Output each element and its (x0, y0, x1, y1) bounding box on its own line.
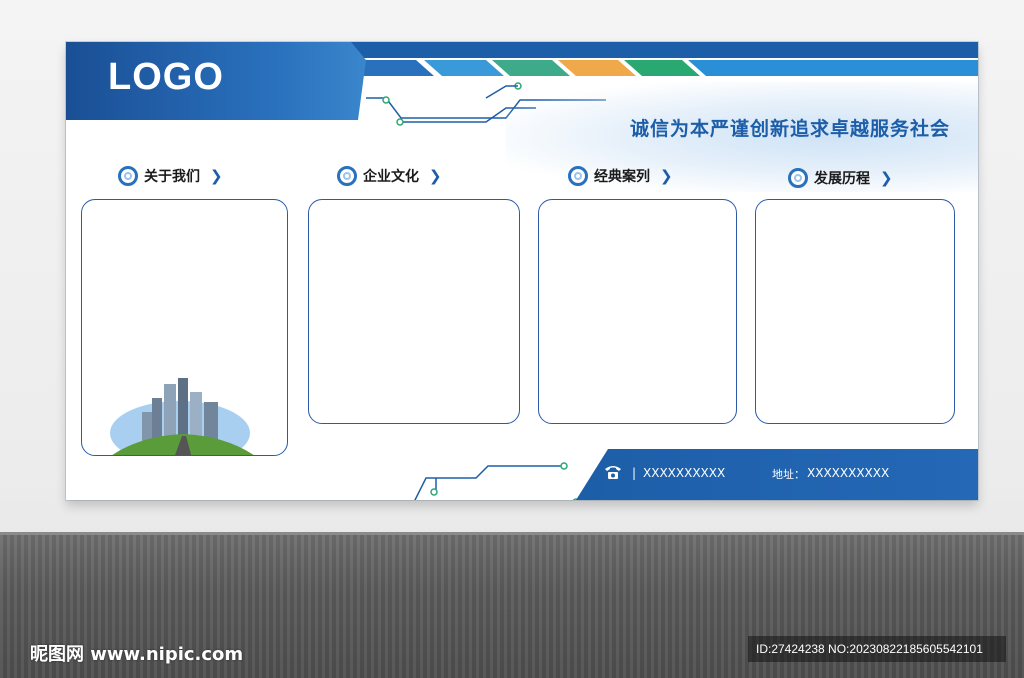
watermark-site: 昵图网 www.nipic.com (30, 644, 244, 665)
section-title-culture: 企业文化 ❯ (337, 166, 442, 186)
watermark-id: ID:27424238 NO:20230822185605542101 (748, 636, 1006, 662)
footer-separator: | (632, 466, 637, 480)
section-label: 发展历程 (814, 171, 870, 187)
panel-about (81, 199, 288, 456)
footer-phone: XXXXXXXXXX (643, 466, 726, 480)
display-board: LOGO 诚信为本严谨创新追求卓越服务社会 关于我们 ❯ 企业文化 ❯ 经典案列… (66, 42, 978, 500)
footer-address: XXXXXXXXXX (807, 466, 890, 480)
chevron-right-icon: ❯ (210, 167, 223, 185)
section-label: 企业文化 (363, 169, 419, 185)
chevron-right-icon: ❯ (660, 167, 673, 185)
logo: LOGO (108, 56, 224, 98)
section-title-about: 关于我们 ❯ (118, 166, 223, 186)
panel-culture (308, 199, 520, 424)
phone-icon (605, 466, 621, 479)
section-title-cases: 经典案列 ❯ (568, 166, 673, 186)
section-title-history: 发展历程 ❯ (788, 168, 893, 188)
panel-cases (538, 199, 737, 424)
ring-bullet-icon (568, 166, 588, 186)
panel-history (755, 199, 955, 424)
section-label: 关于我们 (144, 169, 200, 185)
slogan: 诚信为本严谨创新追求卓越服务社会 (629, 118, 950, 140)
ring-bullet-icon (118, 166, 138, 186)
ring-bullet-icon (788, 168, 808, 188)
section-label: 经典案列 (594, 169, 650, 185)
ring-bullet-icon (337, 166, 357, 186)
floor-edge (0, 532, 1024, 535)
footer-address-label: 地址： (772, 468, 805, 481)
chevron-right-icon: ❯ (880, 169, 893, 187)
logo-block: LOGO (66, 42, 366, 120)
chevron-right-icon: ❯ (429, 167, 442, 185)
